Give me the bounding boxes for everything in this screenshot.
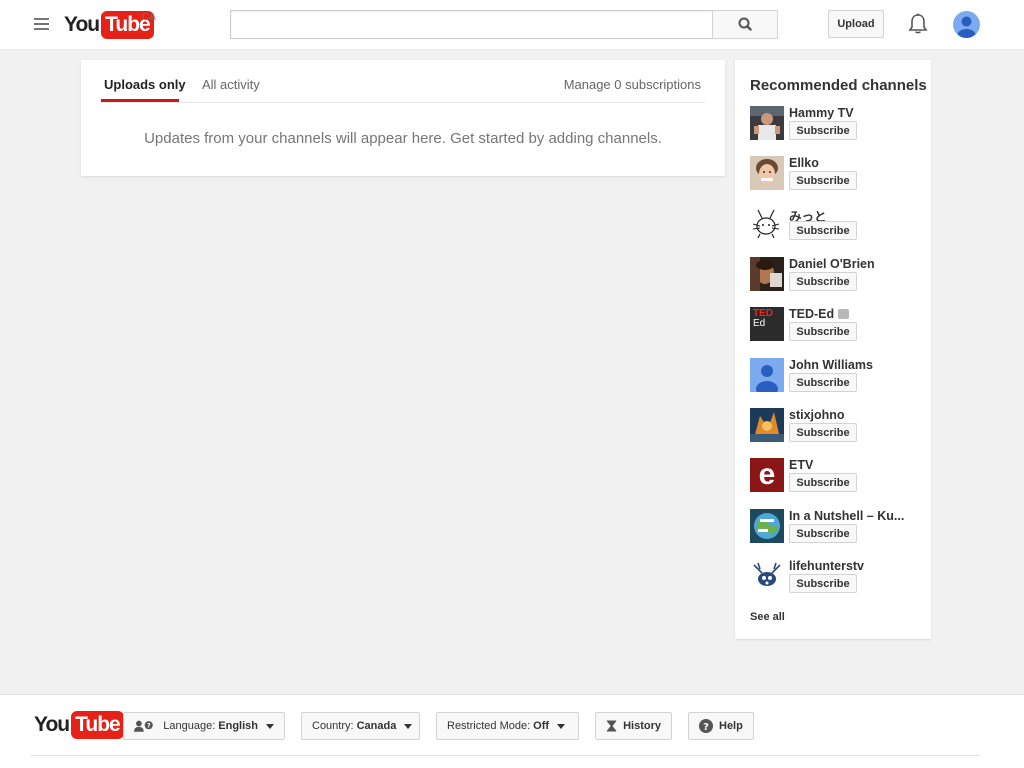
channel-name[interactable]: John Williams	[789, 358, 917, 372]
channel-thumbnail[interactable]: e	[750, 458, 784, 492]
history-button[interactable]: History	[595, 712, 672, 740]
subscribe-button[interactable]: Subscribe	[789, 121, 857, 140]
menu-icon[interactable]	[34, 18, 49, 31]
channel-item: みっと Subscribe	[750, 206, 920, 246]
youtube-logo[interactable]: You Tube	[64, 11, 154, 39]
channel-name[interactable]: Hammy TV	[789, 106, 917, 120]
tabs-divider	[101, 102, 705, 103]
channel-thumbnail[interactable]	[750, 509, 784, 543]
manage-subscriptions-link[interactable]: Manage 0 subscriptions	[564, 77, 701, 92]
channel-name[interactable]: lifehunterstv	[789, 559, 917, 573]
tab-uploads-only[interactable]: Uploads only	[104, 77, 186, 92]
language-value: English	[218, 720, 258, 732]
channel-item: Hammy TV Subscribe	[750, 106, 920, 146]
masthead: You Tube CA Upload	[0, 0, 1024, 50]
subscribe-button[interactable]: Subscribe	[789, 221, 857, 240]
channel-item: stixjohno Subscribe	[750, 408, 920, 448]
search-input[interactable]	[230, 10, 713, 39]
help-icon: ?	[699, 719, 713, 733]
chevron-down-icon	[557, 723, 566, 729]
upload-button[interactable]: Upload	[828, 10, 884, 38]
channel-item: Daniel O'Brien Subscribe	[750, 257, 920, 297]
help-button[interactable]: ? Help	[688, 712, 754, 740]
notifications-bell-icon[interactable]	[906, 12, 930, 36]
channel-thumbnail[interactable]	[750, 156, 784, 190]
footer-youtube-logo[interactable]: You Tube	[34, 711, 124, 739]
subscribe-button[interactable]: Subscribe	[789, 574, 857, 593]
svg-text:?: ?	[703, 722, 709, 733]
restricted-mode-label: Restricted Mode:	[447, 720, 531, 732]
search-icon	[738, 17, 752, 31]
channel-name[interactable]: ETV	[789, 458, 917, 472]
feed-tabs: Uploads only All activity Manage 0 subsc…	[81, 60, 725, 103]
channel-thumbnail[interactable]	[750, 559, 784, 593]
channel-item: In a Nutshell – Ku... Subscribe	[750, 509, 920, 549]
feed-empty-message: Updates from your channels will appear h…	[144, 130, 662, 147]
country-picker-button[interactable]: Country: Canada	[301, 712, 420, 740]
logo-you-text: You	[64, 13, 100, 36]
search-bar	[230, 10, 778, 39]
svg-text:?: ?	[147, 722, 151, 730]
chevron-down-icon	[266, 723, 274, 729]
footer-logo-tube-text: Tube	[71, 711, 124, 739]
hourglass-icon	[606, 720, 617, 732]
recommended-channels-panel: Recommended channels Hammy TV Subscribe …	[735, 60, 931, 639]
restricted-mode-value: Off	[533, 720, 550, 732]
chevron-down-icon	[404, 723, 413, 729]
channel-name[interactable]: In a Nutshell – Ku...	[789, 509, 917, 523]
language-icon: ?	[134, 720, 153, 732]
channel-thumbnail[interactable]	[750, 358, 784, 392]
verified-icon	[838, 309, 850, 319]
history-label: History	[623, 720, 661, 732]
account-avatar[interactable]	[953, 11, 980, 38]
subscribe-button[interactable]: Subscribe	[789, 423, 857, 442]
channel-name[interactable]: Daniel O'Brien	[789, 257, 917, 271]
country-label: Country:	[312, 720, 354, 732]
country-code: CA	[142, 12, 156, 23]
channel-thumbnail[interactable]	[750, 408, 784, 442]
channel-thumbnail[interactable]: TED Ed	[750, 307, 784, 341]
help-label: Help	[719, 720, 743, 732]
channel-thumbnail[interactable]	[750, 257, 784, 291]
subscribe-button[interactable]: Subscribe	[789, 524, 857, 543]
channel-name[interactable]: TED-Ed	[789, 307, 917, 321]
country-value: Canada	[356, 720, 397, 732]
channel-name[interactable]: stixjohno	[789, 408, 917, 422]
channel-thumbnail[interactable]	[750, 206, 784, 240]
footer-logo-you-text: You	[34, 713, 70, 736]
channel-item: Ellko Subscribe	[750, 156, 920, 196]
footer-divider	[30, 755, 980, 756]
subscribe-button[interactable]: Subscribe	[789, 473, 857, 492]
subscribe-button[interactable]: Subscribe	[789, 373, 857, 392]
see-all-link[interactable]: See all	[750, 611, 785, 623]
tab-all-activity[interactable]: All activity	[202, 77, 260, 92]
subscribe-button[interactable]: Subscribe	[789, 171, 857, 190]
subscribe-button[interactable]: Subscribe	[789, 322, 857, 341]
channel-item: e ETV Subscribe	[750, 458, 920, 498]
language-picker-button[interactable]: ? Language: English	[123, 712, 285, 740]
recommended-channels-title: Recommended channels	[750, 77, 927, 94]
channel-item: lifehunterstv Subscribe	[750, 559, 920, 599]
subscribe-button[interactable]: Subscribe	[789, 272, 857, 291]
channel-name[interactable]: Ellko	[789, 156, 917, 170]
search-button[interactable]	[712, 10, 778, 39]
channel-item: TED Ed TED-Ed Subscribe	[750, 307, 920, 347]
channel-item: John Williams Subscribe	[750, 358, 920, 398]
language-label: Language:	[163, 720, 216, 732]
restricted-mode-button[interactable]: Restricted Mode: Off	[436, 712, 579, 740]
subscriptions-feed: Uploads only All activity Manage 0 subsc…	[81, 60, 725, 176]
footer: You Tube ? Language: English Country: Canad…	[0, 694, 1024, 768]
channel-thumbnail[interactable]	[750, 106, 784, 140]
